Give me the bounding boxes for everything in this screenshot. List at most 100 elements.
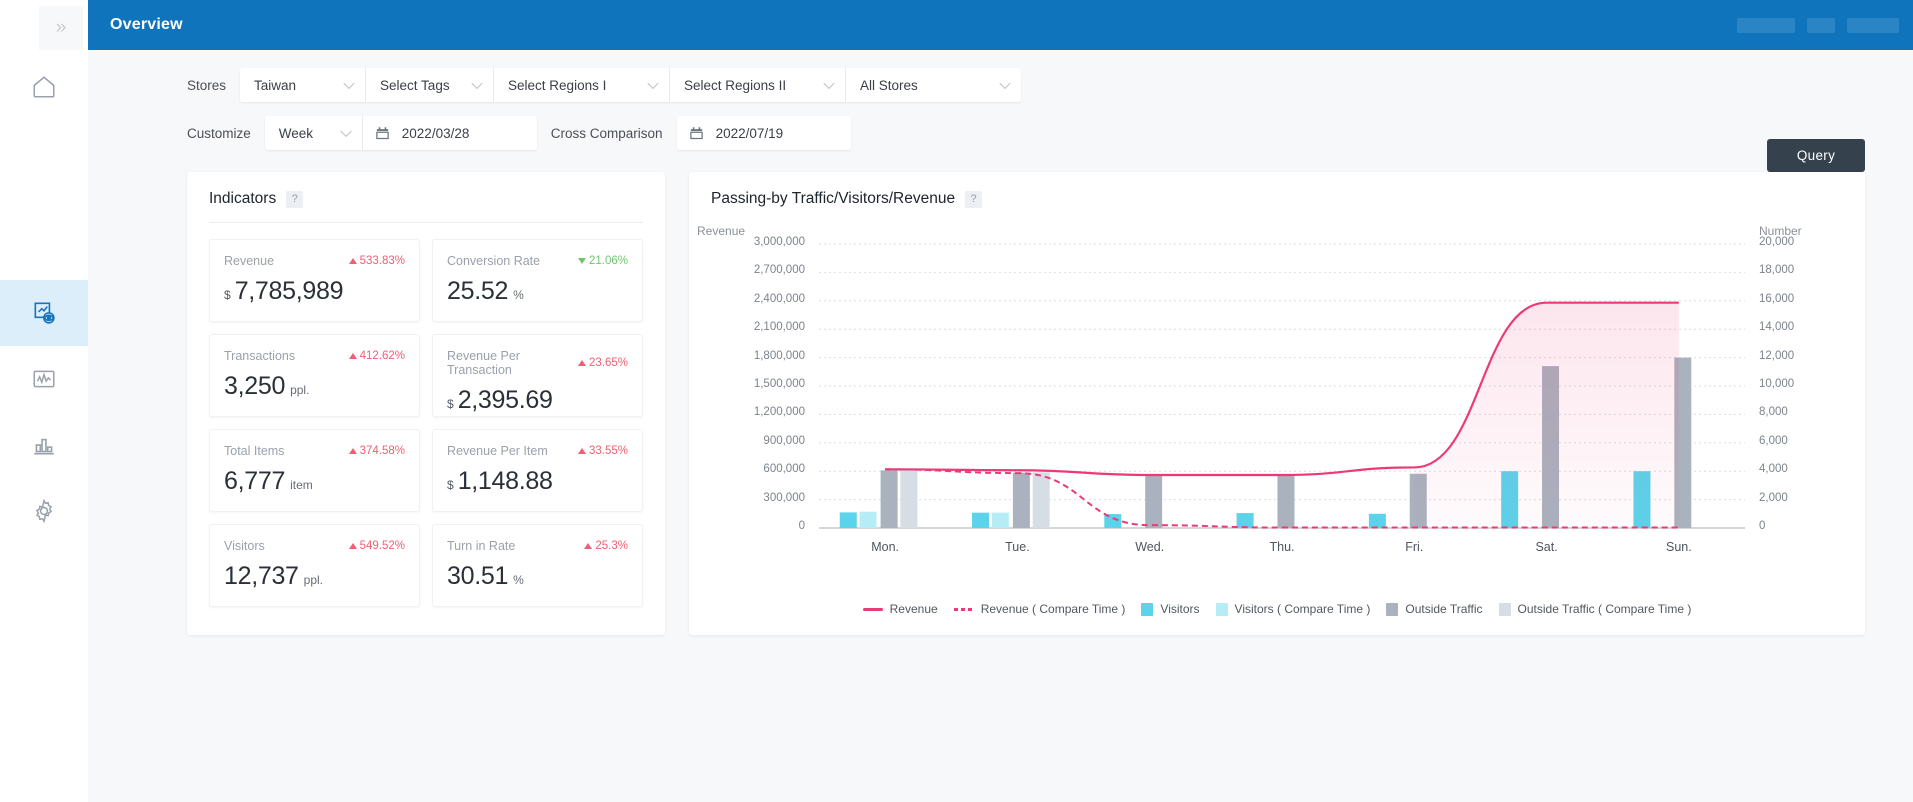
line-chart-icon (31, 366, 57, 392)
topbar-placeholder-a (1737, 18, 1795, 33)
topbar-placeholder-c (1847, 18, 1899, 33)
legend-item[interactable]: Outside Traffic (1386, 602, 1482, 616)
indicator-grid: Revenue533.83%$7,785,989Conversion Rate2… (187, 223, 665, 607)
select-all-stores-value: All Stores (860, 78, 918, 93)
y-axis-right-tick: 6,000 (1759, 435, 1788, 447)
indicator-card: Turn in Rate25.3%30.51% (432, 524, 643, 607)
y-axis-left-tick: 2,100,000 (689, 321, 805, 333)
select-tags[interactable]: Select Tags (366, 68, 494, 102)
indicator-value: 3,250 (224, 372, 285, 401)
y-axis-left-tick: 1,200,000 (689, 406, 805, 418)
indicator-suffix: % (513, 288, 524, 302)
sidebar-item-home[interactable] (0, 54, 88, 120)
legend-swatch-box (1216, 603, 1228, 616)
x-axis-tick: Sat. (1535, 540, 1557, 554)
indicator-delta-value: 25.3% (595, 540, 628, 552)
indicator-value-row: $2,395.69 (447, 386, 628, 415)
indicator-label: Conversion Rate (447, 254, 540, 268)
y-axis-left-tick: 300,000 (689, 492, 805, 504)
sidebar-expand-icon[interactable]: » (39, 6, 83, 50)
legend-item[interactable]: Visitors (1141, 602, 1199, 616)
y-axis-left-title: Revenue (697, 224, 745, 238)
help-icon[interactable]: ? (286, 191, 303, 208)
indicator-label: Revenue Per Item (447, 444, 548, 458)
chart-legend: Revenue Revenue ( Compare Time ) Visitors V… (689, 602, 1865, 616)
select-country-value: Taiwan (254, 78, 296, 93)
select-period[interactable]: Week (265, 116, 363, 150)
indicator-top: Conversion Rate21.06% (447, 254, 628, 268)
chevron-down-icon (471, 78, 482, 89)
select-all-stores[interactable]: All Stores (846, 68, 1021, 102)
indicator-top: Revenue Per Item 33.55% (447, 444, 628, 458)
revenue-area-fill (1414, 303, 1679, 528)
y-axis-right-tick: 4,000 (1759, 463, 1788, 475)
legend-item[interactable]: Revenue (863, 602, 938, 616)
chevron-down-icon (823, 78, 834, 89)
arrow-up-icon (349, 543, 357, 549)
topbar-placeholder-group (1737, 0, 1899, 50)
y-axis-right-tick: 8,000 (1759, 406, 1788, 418)
select-regions-2[interactable]: Select Regions II (670, 68, 846, 102)
customize-label: Customize (187, 126, 251, 141)
indicator-top: Turn in Rate 25.3% (447, 539, 628, 553)
store-filter-group: Taiwan Select Tags Select Regions I Sele… (240, 68, 1021, 102)
select-country[interactable]: Taiwan (240, 68, 366, 102)
chart-bar (1033, 472, 1050, 528)
indicator-prefix: $ (447, 397, 454, 411)
select-regions-1[interactable]: Select Regions I (494, 68, 670, 102)
compare-date-value: 2022/07/19 (716, 126, 784, 141)
indicator-delta: 33.55% (578, 445, 628, 457)
y-axis-left-tick: 600,000 (689, 463, 805, 475)
chart-bar (1145, 475, 1162, 528)
filter-row-customize: Customize Week (88, 116, 1913, 150)
topbar-placeholder-b (1807, 18, 1835, 33)
legend-swatch-line (863, 608, 883, 611)
legend-label: Outside Traffic ( Compare Time ) (1518, 602, 1692, 616)
indicator-value-row: 6,777item (224, 467, 405, 496)
sidebar-item-overview[interactable] (0, 280, 88, 346)
y-axis-left-tick: 2,700,000 (689, 264, 805, 276)
select-regions-2-value: Select Regions II (684, 78, 786, 93)
legend-item[interactable]: Visitors ( Compare Time ) (1216, 602, 1371, 616)
report-eye-icon (31, 300, 57, 326)
top-bar: Overview (88, 0, 1913, 50)
indicator-value-row: 3,250ppl. (224, 372, 405, 401)
chevron-down-icon (340, 126, 351, 137)
y-axis-right-tick: 10,000 (1759, 378, 1794, 390)
help-icon[interactable]: ? (965, 191, 982, 208)
start-date-field[interactable]: 2022/03/28 (363, 116, 537, 150)
arrow-up-icon (584, 543, 592, 549)
indicator-value: 2,395.69 (458, 386, 553, 415)
chart-title: Passing-by Traffic/Visitors/Revenue (711, 190, 955, 208)
indicator-card: Transactions412.62%3,250ppl. (209, 334, 420, 417)
legend-label: Visitors ( Compare Time ) (1235, 602, 1371, 616)
y-axis-left-tick: 0 (689, 520, 805, 532)
arrow-up-icon (578, 448, 586, 454)
chart-bar (860, 512, 877, 528)
indicator-delta: 549.52% (349, 540, 405, 552)
indicator-label: Turn in Rate (447, 539, 515, 553)
indicator-prefix: $ (447, 478, 454, 492)
x-axis-tick: Fri. (1405, 540, 1423, 554)
query-button[interactable]: Query (1767, 139, 1865, 172)
indicator-label: Revenue Per Transaction (447, 349, 578, 377)
indicator-suffix: item (290, 478, 313, 492)
y-axis-right-title: Number (1759, 224, 1802, 238)
sidebar-item-statistics[interactable] (0, 412, 88, 478)
legend-item[interactable]: Revenue ( Compare Time ) (954, 602, 1126, 616)
indicator-value-row: 25.52% (447, 277, 628, 306)
sidebar-item-analytics[interactable] (0, 346, 88, 412)
indicator-suffix: ppl. (304, 573, 323, 587)
indicator-value: 1,148.88 (458, 467, 553, 496)
legend-item[interactable]: Outside Traffic ( Compare Time ) (1499, 602, 1692, 616)
chart-bar (1277, 474, 1294, 528)
filter-row-stores: Stores Taiwan Select Tags Select Regions… (88, 68, 1913, 102)
indicator-delta: 374.58% (349, 445, 405, 457)
y-axis-right-tick: 18,000 (1759, 264, 1794, 276)
indicator-value: 30.51 (447, 562, 508, 591)
indicator-card: Visitors549.52%12,737ppl. (209, 524, 420, 607)
legend-swatch-box (1499, 603, 1511, 616)
compare-date-field[interactable]: 2022/07/19 (677, 116, 851, 150)
sidebar-item-settings[interactable] (0, 478, 88, 544)
indicator-card: Total Items374.58%6,777item (209, 429, 420, 512)
